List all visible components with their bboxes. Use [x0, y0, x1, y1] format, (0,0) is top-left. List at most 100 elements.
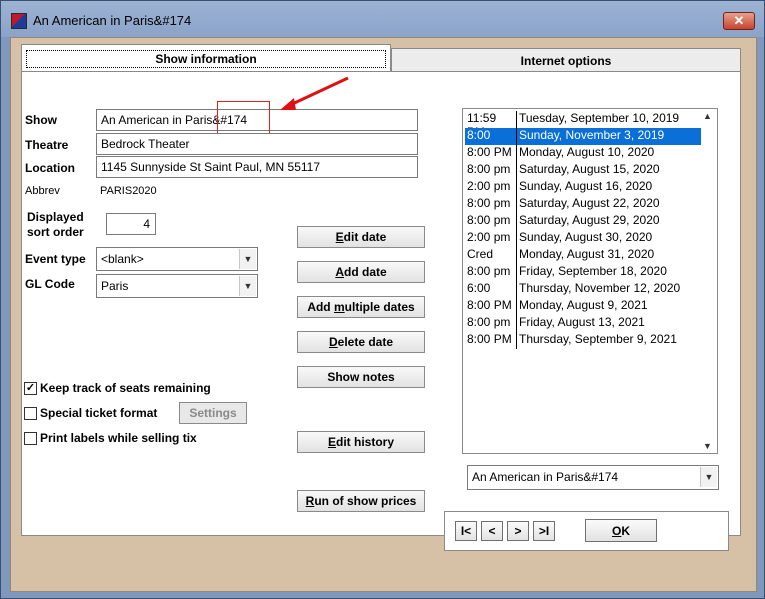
add-date-label: dd date [344, 265, 387, 279]
sort-order-label-line1: Displayed [27, 210, 84, 224]
list-item[interactable]: 8:00 PM Monday, August 9, 2021 [465, 298, 701, 315]
list-item[interactable]: 8:00 pm Saturday, August 29, 2020 [465, 213, 701, 230]
list-item[interactable]: 8:00 pm Saturday, August 22, 2020 [465, 196, 701, 213]
tab-show-information[interactable]: Show information [21, 44, 391, 72]
title-bar: An American in Paris&#174 ✕ [1, 1, 764, 37]
event-type-select[interactable]: <blank> ▼ [96, 247, 258, 271]
date-time: Cred [465, 247, 517, 264]
date-label: Monday, August 10, 2020 [519, 145, 655, 159]
tab-internet-options[interactable]: Internet options [391, 48, 741, 72]
annotation-arrow-icon [280, 76, 349, 110]
settings-button[interactable]: Settings [179, 402, 247, 424]
tab-label: Internet options [520, 53, 612, 68]
gl-code-value: Paris [101, 279, 129, 293]
date-label: Monday, August 9, 2021 [519, 298, 648, 312]
delete-date-mnemonic: D [328, 335, 338, 349]
list-item[interactable]: 11:59 PMTuesday, September 10, 2019 [465, 111, 701, 139]
date-label: Thursday, November 12, 2020 [519, 281, 681, 295]
sort-order-field[interactable]: 4 [106, 213, 156, 235]
delete-date-button[interactable]: Delete date [297, 331, 425, 353]
tab-label: Show information [26, 49, 386, 68]
event-type-label: Event type [25, 252, 86, 266]
edit-date-label: dit date [343, 230, 387, 244]
special-ticket-format-label: Special ticket format [40, 406, 158, 420]
event-type-value: <blank> [101, 252, 144, 266]
list-item[interactable]: 8:00 PM Thursday, September 9, 2021 [465, 332, 701, 349]
date-label: Thursday, September 9, 2021 [519, 332, 677, 346]
date-time: 8:00 PM [465, 145, 517, 162]
close-button[interactable]: ✕ [723, 12, 755, 30]
list-item[interactable]: 2:00 pm Sunday, August 16, 2020 [465, 179, 701, 196]
gl-code-select[interactable]: Paris ▼ [96, 274, 258, 298]
abbrev-value: PARIS2020 [100, 185, 157, 197]
first-record-button[interactable]: I< [455, 521, 477, 541]
date-label: Tuesday, September 10, 2019 [519, 111, 680, 125]
list-item[interactable]: 8:00 Sunday, November 3, 2019 [465, 128, 701, 145]
theatre-label: Theatre [25, 138, 69, 152]
edit-history-button[interactable]: Edit history [297, 431, 425, 453]
date-time: 8:00 pm [465, 315, 517, 332]
special-ticket-format-checkbox[interactable]: Special ticket format [24, 406, 157, 420]
next-record-button[interactable]: > [507, 521, 529, 541]
date-time: 2:00 pm [465, 179, 517, 196]
list-item[interactable]: 2:00 pm Sunday, August 30, 2020 [465, 230, 701, 247]
date-time: 8:00 PM [465, 332, 517, 349]
location-field[interactable]: 1145 Sunnyside St Saint Paul, MN 55117 [96, 156, 418, 178]
dates-scrollbar[interactable]: ▲ ▼ [701, 109, 717, 453]
show-select-value: An American in Paris&#174 [472, 470, 619, 484]
app-window: An American in Paris&#174 ✕ Show informa… [0, 0, 765, 599]
close-icon: ✕ [733, 13, 745, 28]
ok-label: K [621, 523, 630, 538]
list-item[interactable]: Cred Monday, August 31, 2020 [465, 247, 701, 264]
chevron-down-icon: ▼ [239, 249, 256, 269]
date-label: Friday, September 18, 2020 [519, 264, 667, 278]
delete-date-label: elete date [337, 335, 394, 349]
scroll-down-icon[interactable]: ▼ [703, 441, 712, 451]
add-multiple-label: ultiple dates [344, 300, 415, 314]
date-label: Monday, August 31, 2020 [519, 247, 655, 261]
scroll-up-icon[interactable]: ▲ [703, 111, 712, 121]
show-notes-button[interactable]: Show notes [297, 366, 425, 388]
show-select[interactable]: An American in Paris&#174 ▼ [467, 465, 719, 490]
abbrev-label: Abbrev [25, 185, 60, 197]
list-item[interactable]: 8:00 pm Friday, August 13, 2021 [465, 315, 701, 332]
date-time: 8:00 pm [465, 162, 517, 179]
list-item[interactable]: 8:00 pm Saturday, August 15, 2020 [465, 162, 701, 179]
date-label: Saturday, August 15, 2020 [519, 162, 660, 176]
run-of-show-label: un of show prices [314, 494, 417, 508]
gl-code-label: GL Code [25, 277, 75, 291]
edit-history-mnemonic: E [327, 435, 336, 449]
add-date-button[interactable]: Add date [297, 261, 425, 283]
add-date-mnemonic: A [335, 265, 344, 279]
show-label: Show [25, 113, 57, 127]
list-item[interactable]: 8:00 pm Friday, September 18, 2020 [465, 264, 701, 281]
date-label: Saturday, August 29, 2020 [519, 213, 660, 227]
chevron-down-icon: ▼ [700, 467, 717, 487]
edit-history-label: dit history [336, 435, 395, 449]
ok-mnemonic: O [611, 523, 622, 538]
keep-track-seats-label: Keep track of seats remaining [40, 381, 211, 395]
print-labels-checkbox[interactable]: Print labels while selling tix [24, 431, 197, 445]
run-of-show-prices-button[interactable]: Run of show prices [297, 490, 425, 512]
date-time: 8:00 [465, 128, 517, 145]
previous-record-button[interactable]: < [481, 521, 503, 541]
list-item[interactable]: 6:00 Thursday, November 12, 2020 [465, 281, 701, 298]
dialog-body: Show information Internet options Show T… [10, 37, 757, 592]
add-multiple-dates-button[interactable]: Add m ultiple dates [297, 296, 425, 318]
date-label: Sunday, November 3, 2019 [519, 128, 665, 142]
list-item[interactable]: 8:00 PM Monday, August 10, 2020 [465, 145, 701, 162]
checkbox-icon [24, 431, 37, 445]
theatre-field[interactable]: Bedrock Theater [96, 133, 418, 155]
date-label: Sunday, August 16, 2020 [519, 179, 653, 193]
edit-date-button[interactable]: Edit date [297, 226, 425, 248]
ok-button[interactable]: OK [585, 519, 657, 542]
date-label: Friday, August 13, 2021 [519, 315, 645, 329]
date-label: Saturday, August 22, 2020 [519, 196, 660, 210]
add-multiple-label-pre: Add [307, 300, 334, 314]
date-time: 8:00 pm [465, 213, 517, 230]
performance-dates-list[interactable]: 11:59 PMTuesday, September 10, 20198:00S… [462, 108, 718, 454]
edit-date-mnemonic: E [335, 230, 344, 244]
last-record-button[interactable]: >I [533, 521, 555, 541]
date-time: 8:00 pm [465, 264, 517, 281]
keep-track-seats-checkbox[interactable]: ✓ Keep track of seats remaining [24, 381, 211, 395]
